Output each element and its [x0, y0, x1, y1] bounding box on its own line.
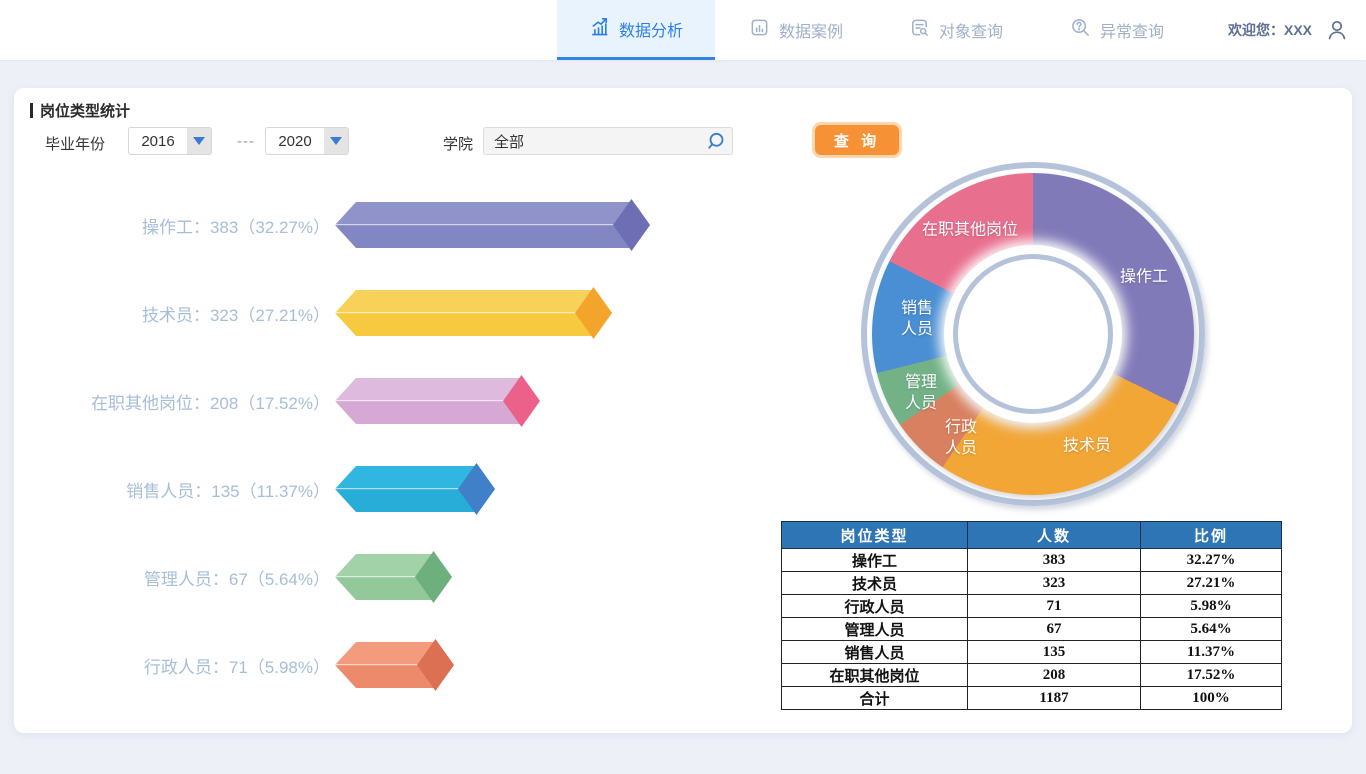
- bar-row-management: 管理人员：67（5.64%）: [30, 533, 750, 621]
- top-navigation: 数据分析 数据案例 对象查询: [0, 0, 1366, 60]
- col-header-type: 岗位类型: [782, 522, 968, 549]
- title-marker: [30, 103, 33, 118]
- college-input[interactable]: [484, 133, 706, 150]
- search-icon[interactable]: [706, 131, 726, 151]
- donut-label-operator: 操作工: [1120, 268, 1168, 289]
- question-search-icon: [1070, 17, 1091, 43]
- tab-anomaly-query[interactable]: 异常查询: [1052, 0, 1182, 60]
- bar-label: 操作工：383（32.27%）: [30, 213, 330, 238]
- donut-chart: 操作工 技术员 行政 人员 管理 人员 销售 人员 在职其他岗位: [861, 162, 1205, 506]
- tab-data-cases[interactable]: 数据案例: [731, 0, 861, 60]
- bar-row-other-positions: 在职其他岗位：208（17.52%）: [30, 357, 750, 445]
- bar-label: 技术员：323（27.21%）: [30, 301, 330, 326]
- bar-row-sales: 销售人员：135（11.37%）: [30, 445, 750, 533]
- statistics-panel: 岗位类型统计 毕业年份 2016 --- 2020 学院 查 询 操作工：383…: [14, 88, 1352, 733]
- bar-label: 管理人员：67（5.64%）: [30, 565, 330, 590]
- bar-other-positions: [335, 378, 540, 424]
- table-total-row: 合计1187100%: [782, 687, 1282, 710]
- donut-label-other: 在职其他岗位: [922, 221, 1018, 242]
- bar-row-admin: 行政人员：71（5.98%）: [30, 621, 750, 709]
- bar-operator: [335, 202, 650, 248]
- year-from-value: 2016: [129, 133, 187, 150]
- col-header-count: 人数: [968, 522, 1141, 549]
- document-search-icon: [909, 17, 930, 43]
- donut-label-admin: 行政 人员: [945, 418, 977, 460]
- donut-label-management: 管理 人员: [905, 373, 937, 415]
- col-header-ratio: 比例: [1141, 522, 1282, 549]
- graduation-year-label: 毕业年份: [45, 133, 105, 154]
- donut-label-sales: 销售 人员: [901, 299, 933, 341]
- college-input-wrap: [483, 127, 733, 155]
- tab-data-analysis[interactable]: 数据分析: [557, 0, 715, 60]
- bar-technician: [335, 290, 612, 336]
- donut-inner-ring: [953, 254, 1113, 414]
- bar-sales: [335, 466, 495, 512]
- bar-label: 行政人员：71（5.98%）: [30, 653, 330, 678]
- bar-label: 在职其他岗位：208（17.52%）: [30, 389, 330, 414]
- tab-label: 数据案例: [779, 18, 843, 42]
- table-row: 操作工38332.27%: [782, 549, 1282, 572]
- tab-label: 对象查询: [939, 18, 1003, 42]
- table-row: 在职其他岗位20817.52%: [782, 664, 1282, 687]
- tab-object-query[interactable]: 对象查询: [891, 0, 1021, 60]
- table-header-row: 岗位类型 人数 比例: [782, 522, 1282, 549]
- bar-chart: 操作工：383（32.27%） 技术员：323（27.21%） 在职其他岗位：2…: [30, 181, 750, 709]
- year-to-value: 2020: [266, 133, 324, 150]
- table-row: 行政人员715.98%: [782, 595, 1282, 618]
- summary-table: 岗位类型 人数 比例 操作工38332.27% 技术员32327.21% 行政人…: [781, 521, 1282, 710]
- bar-label: 销售人员：135（11.37%）: [30, 477, 330, 502]
- donut-label-technician: 技术员: [1063, 437, 1111, 458]
- bar-row-technician: 技术员：323（27.21%）: [30, 269, 750, 357]
- year-from-select[interactable]: 2016: [128, 127, 212, 155]
- bar-body: [335, 202, 650, 248]
- college-label: 学院: [443, 133, 473, 154]
- chevron-down-icon[interactable]: [324, 128, 348, 154]
- bar-management: [335, 554, 452, 600]
- chevron-down-icon[interactable]: [187, 128, 211, 154]
- bar-row-operator: 操作工：383（32.27%）: [30, 181, 750, 269]
- bar-body: [335, 290, 612, 336]
- table-row: 管理人员675.64%: [782, 618, 1282, 641]
- table-row: 销售人员13511.37%: [782, 641, 1282, 664]
- year-range-separator: ---: [237, 133, 255, 150]
- tab-label: 异常查询: [1100, 18, 1164, 42]
- year-to-select[interactable]: 2020: [265, 127, 349, 155]
- welcome-text: 欢迎您：XXX: [1228, 0, 1312, 60]
- panel-title: 岗位类型统计: [30, 100, 130, 121]
- table-row: 技术员32327.21%: [782, 572, 1282, 595]
- search-button[interactable]: 查 询: [815, 125, 899, 155]
- tab-label: 数据分析: [619, 17, 683, 41]
- user-icon[interactable]: [1324, 17, 1350, 43]
- report-card-icon: [749, 17, 770, 43]
- bar-admin: [335, 642, 454, 688]
- analysis-chart-icon: [589, 16, 610, 42]
